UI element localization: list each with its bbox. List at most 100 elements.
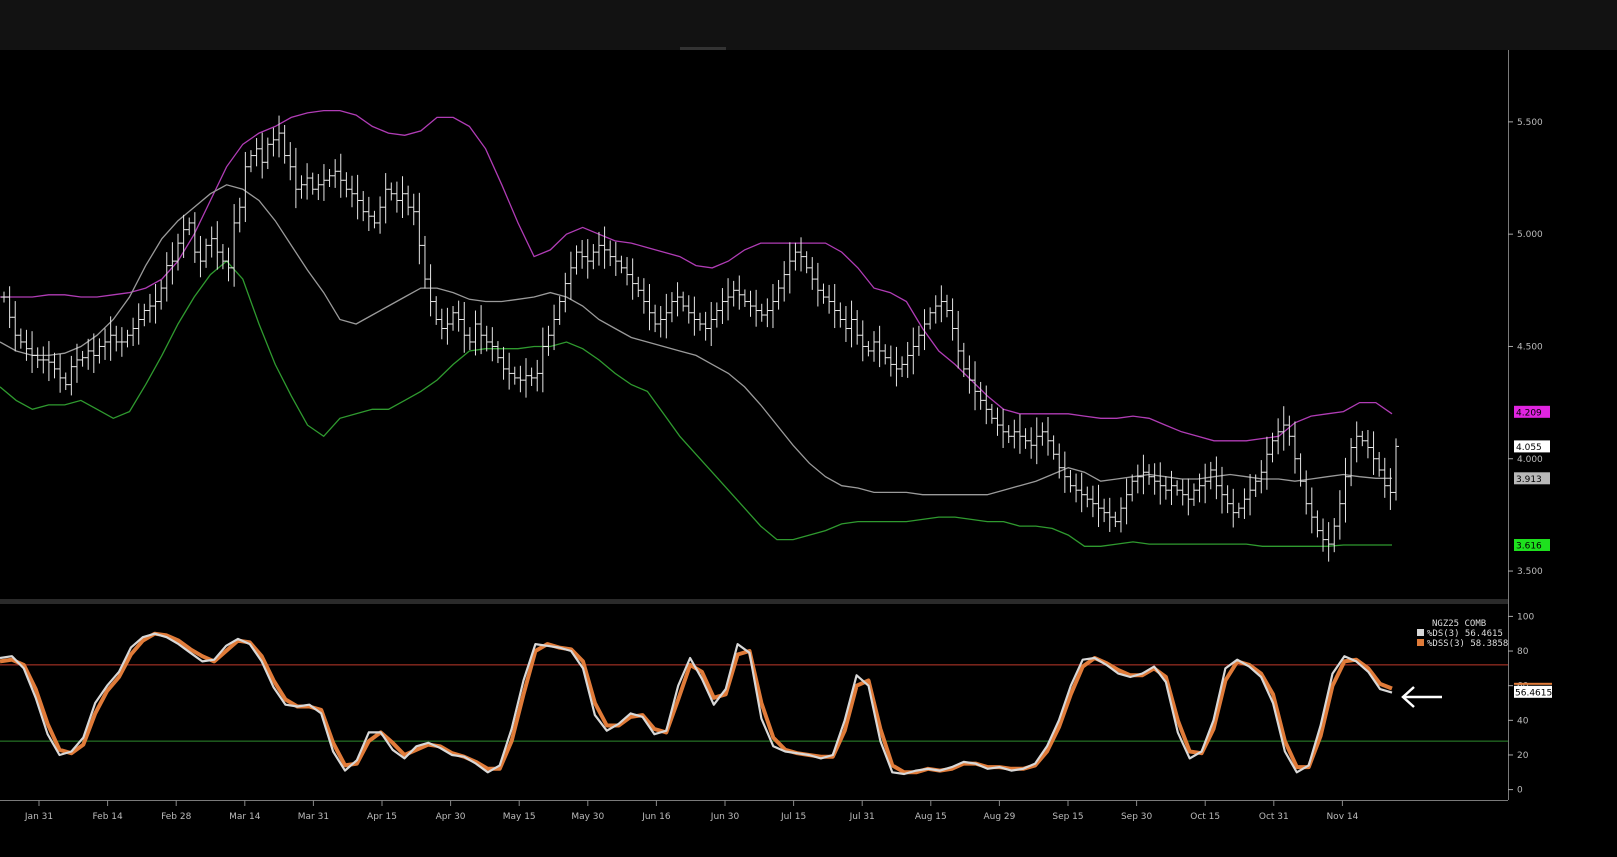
price-bar (281, 125, 288, 164)
legend-swatch (1417, 629, 1424, 636)
price-bar (848, 300, 855, 348)
price-bar (1247, 474, 1254, 516)
price-bar (876, 325, 883, 368)
price-bar (539, 327, 546, 393)
price-bar (450, 306, 457, 331)
price-bar (624, 257, 631, 286)
price-bar (472, 310, 479, 356)
price-bar (62, 372, 69, 391)
price-bar (309, 172, 316, 195)
price-bar (332, 159, 339, 188)
price-bar (371, 210, 378, 229)
upper-bollinger-band (0, 109, 1393, 442)
x-tick-label: May 30 (571, 812, 604, 822)
middle-bollinger-band (0, 184, 1392, 496)
price-bar (231, 204, 238, 287)
price-bar (354, 174, 361, 220)
oscillator-panel: 100806040200NGZ25 COMB%DS(3) 56.4615%DSS… (0, 612, 1552, 796)
price-bar (730, 280, 737, 307)
osc-y-tick-label: 20 (1517, 751, 1529, 761)
price-bar (640, 278, 647, 314)
price-bar (169, 242, 176, 285)
price-bar (264, 137, 271, 170)
panel-divider[interactable] (0, 599, 1508, 604)
price-tag-label: 4.055 (1516, 443, 1542, 453)
price-bar (994, 407, 1001, 436)
price-bar (186, 217, 193, 236)
price-bar (893, 346, 900, 387)
price-y-tick-label: 4.000 (1517, 455, 1543, 465)
price-bar (1112, 511, 1119, 528)
price-bar (1000, 408, 1007, 448)
osc-dss-tag-marker (1514, 682, 1552, 685)
price-bar (769, 284, 776, 329)
price-bar (365, 196, 372, 232)
dss-series-line (0, 631, 1393, 775)
price-bar (1207, 461, 1214, 490)
osc-last-tag-label: 56.4615 (1515, 688, 1552, 698)
x-tick-label: Oct 15 (1190, 812, 1220, 822)
price-tag: 4.209 (1514, 405, 1550, 418)
x-tick-label: Aug 29 (983, 812, 1015, 822)
price-bar (854, 310, 861, 345)
price-bar (51, 352, 58, 379)
price-bar (1291, 421, 1298, 474)
price-bar (938, 285, 945, 323)
price-bar (652, 304, 659, 333)
price-bar (1123, 478, 1130, 525)
price-bar (96, 338, 103, 364)
price-bar (1028, 427, 1035, 459)
price-bar (236, 197, 243, 233)
price-bar (1308, 487, 1315, 534)
price-bar (17, 328, 24, 349)
price-bar (713, 302, 720, 328)
price-bar (562, 272, 569, 313)
price-bar (809, 257, 816, 290)
price-bar (685, 295, 692, 324)
price-bar (719, 288, 726, 324)
price-bar (337, 153, 344, 198)
price-bar (57, 354, 64, 393)
price-bar (1219, 466, 1225, 514)
price-bar (1235, 502, 1242, 519)
x-tick-label: Oct 31 (1259, 812, 1289, 822)
price-tag: 3.913 (1514, 472, 1550, 485)
price-bar (1393, 438, 1399, 501)
price-bar (943, 294, 950, 318)
price-bar (871, 331, 877, 362)
price-bar (315, 173, 322, 201)
price-bar (455, 300, 462, 332)
legend-entry: %DS(3) 56.4615 (1427, 629, 1503, 639)
price-bar (629, 258, 636, 300)
price-bar (1230, 488, 1237, 528)
x-tick-label: Feb 14 (92, 812, 123, 822)
price-bar (1045, 416, 1051, 456)
price-bar (1258, 460, 1265, 494)
ngz25-chart: 5.500 5.000 4.500 4.000 3.500 4.209 4.055 3.913… (0, 50, 1552, 822)
price-bar (786, 242, 793, 294)
price-bar (601, 226, 608, 269)
price-bar (478, 305, 485, 355)
x-tick-label: Nov 14 (1326, 812, 1358, 822)
price-bar (820, 283, 827, 304)
price-bar (399, 176, 406, 218)
oscillator-legend: NGZ25 COMB%DS(3) 56.4615%DSS(3) 58.3858 (1417, 619, 1508, 649)
price-bar (736, 275, 743, 310)
price-bar (1129, 474, 1136, 502)
price-bar (781, 261, 788, 302)
price-bar (130, 317, 137, 347)
price-bar (292, 147, 299, 209)
price-bar (416, 192, 423, 265)
price-tag-label: 3.913 (1516, 475, 1542, 485)
price-bar (1280, 406, 1287, 451)
y-axis-line (1508, 50, 1509, 800)
price-bar (12, 301, 19, 352)
price-bar (242, 151, 249, 223)
price-bar (702, 311, 709, 341)
price-bar (1370, 431, 1377, 475)
left-arrow-icon (1401, 686, 1442, 708)
price-bar (758, 303, 765, 322)
price-bar (1016, 414, 1023, 454)
price-bar (1174, 480, 1181, 496)
price-bar (141, 303, 148, 327)
